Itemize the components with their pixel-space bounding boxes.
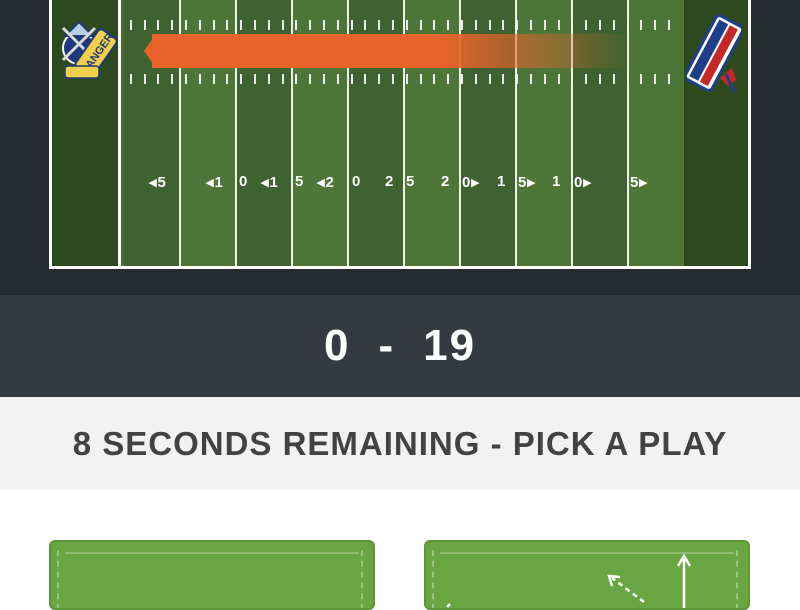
play-timer-text: 8 SECONDS REMAINING - PICK A PLAY (72, 424, 728, 462)
yard-number: 5 (406, 173, 416, 190)
yard-number: 5▸ (518, 174, 536, 191)
yard-number: 1 (552, 173, 562, 190)
play-selection-area (0, 490, 800, 610)
football-field: ◂5 ◂1 0 ◂1 5 ◂2 0 2 5 2 0▸ 1 5▸ 1 0▸ 5▸ (49, 0, 751, 269)
yard-number: ◂1 (206, 174, 224, 191)
yard-number: ◂5 (149, 174, 167, 191)
score-separator: - (378, 321, 396, 370)
drive-progress-bar (152, 34, 632, 68)
yard-number: 5▸ (630, 174, 648, 191)
scoreboard: 0 - 19 (0, 295, 800, 397)
yard-number: ◂1 (261, 174, 279, 191)
yard-number: 2 (385, 173, 395, 190)
yard-number: 0▸ (462, 174, 480, 191)
field-stripe (628, 0, 684, 266)
yard-number: 0 (352, 173, 362, 190)
hash-marks-top (124, 20, 676, 30)
field-area: ◂5 ◂1 0 ◂1 5 ◂2 0 2 5 2 0▸ 1 5▸ 1 0▸ 5▸ … (0, 0, 800, 295)
yard-number: 1 (497, 173, 507, 190)
red-white-blue-team-logo-icon (686, 8, 742, 98)
away-score: 19 (423, 321, 477, 370)
yard-number: 5 (295, 173, 305, 190)
play-timer-banner: 8 SECONDS REMAINING - PICK A PLAY (0, 397, 800, 490)
yard-number: 0▸ (574, 174, 592, 191)
yard-number: 0 (239, 173, 249, 190)
navy-gold-team-logo-icon: DANGER (55, 8, 117, 98)
home-score: 0 (323, 321, 351, 370)
yard-number: ◂2 (317, 174, 335, 191)
yard-number: 2 (441, 173, 451, 190)
yard-numbers: ◂5 ◂1 0 ◂1 5 ◂2 0 2 5 2 0▸ 1 5▸ 1 0▸ 5▸ (124, 173, 676, 193)
hash-marks-bottom (124, 74, 676, 84)
